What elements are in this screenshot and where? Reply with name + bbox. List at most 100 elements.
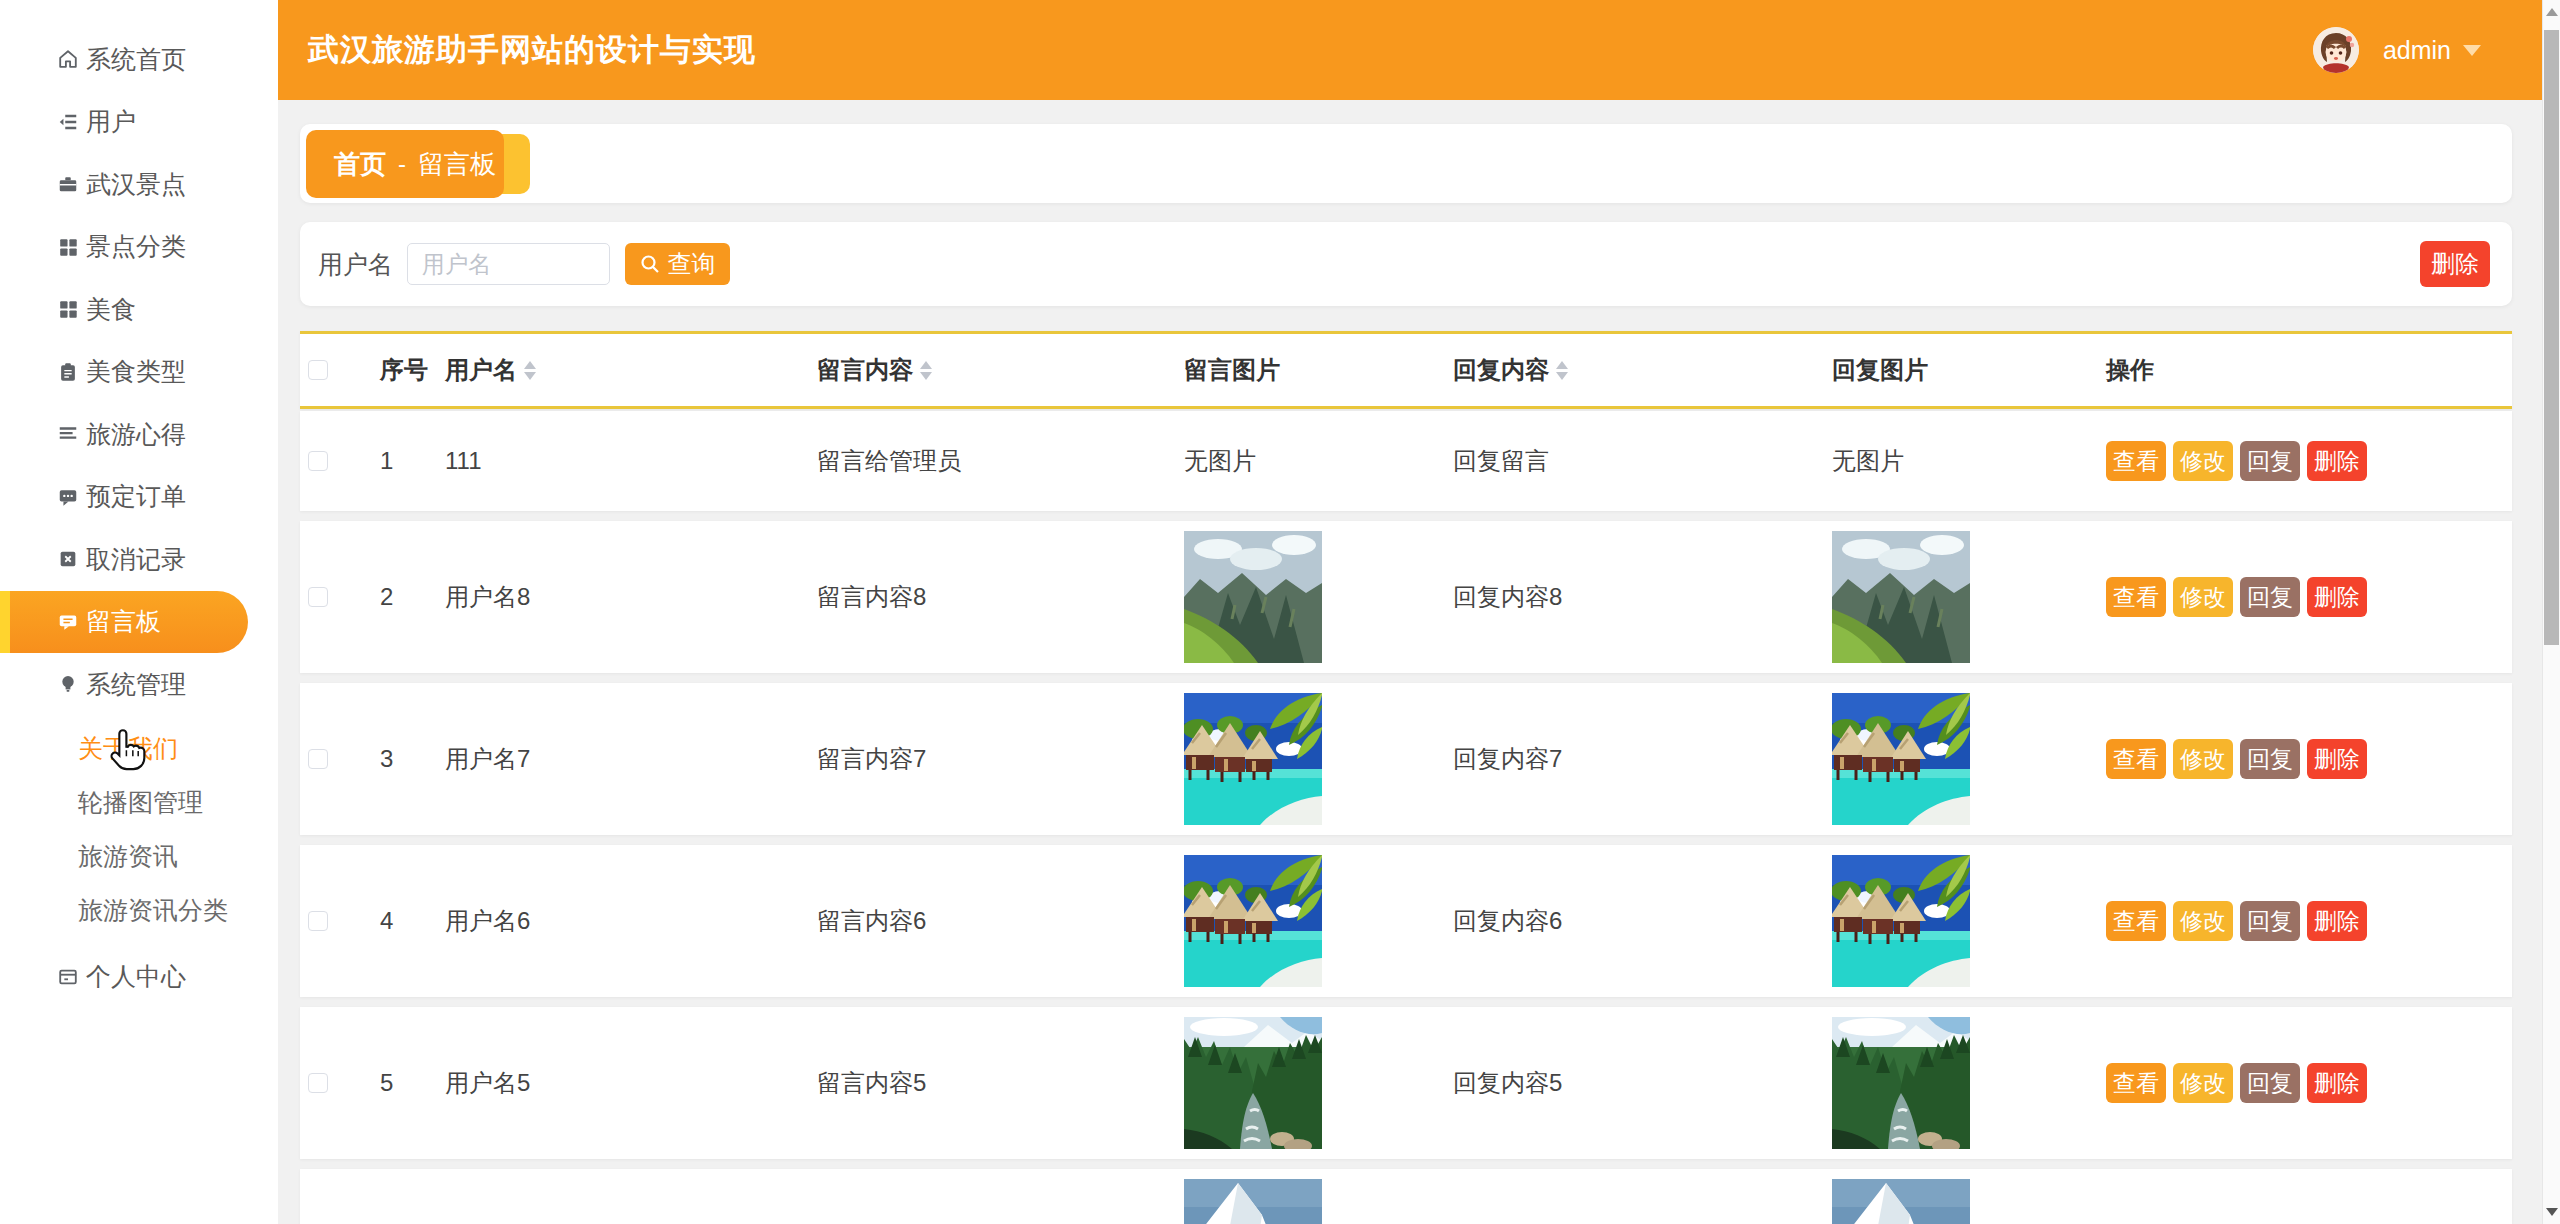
- page-scrollbar[interactable]: [2542, 0, 2560, 1224]
- sidebar-subitem-about-us[interactable]: 关于我们: [0, 722, 278, 776]
- search-button[interactable]: 查询: [625, 243, 730, 285]
- breadcrumb-card: 首页 - 留言板: [300, 124, 2512, 203]
- briefcase-icon: [56, 172, 80, 196]
- row-checkbox[interactable]: [308, 451, 328, 471]
- sort-control[interactable]: [524, 361, 536, 380]
- delete-button[interactable]: 删除: [2307, 1063, 2367, 1103]
- sidebar-item-food-type[interactable]: 美食类型: [0, 341, 278, 404]
- row-checkbox[interactable]: [308, 911, 328, 931]
- sidebar-item-home[interactable]: 系统首页: [0, 28, 278, 91]
- list-arrow-icon: [56, 110, 80, 134]
- reply-button[interactable]: 回复: [2240, 1063, 2300, 1103]
- chat-icon: [56, 485, 80, 509]
- sidebar-item-users[interactable]: 用户: [0, 91, 278, 154]
- username-label: admin: [2383, 36, 2451, 65]
- sidebar-subitem-travel-news[interactable]: 旅游资讯: [0, 830, 278, 884]
- table-row: 3 用户名7 留言内容7 回复内容7: [300, 683, 2512, 835]
- row-checkbox[interactable]: [308, 587, 328, 607]
- cell-username: 用户名6: [445, 905, 817, 937]
- reply-image: [1832, 1017, 1970, 1149]
- username-filter-label: 用户名: [318, 248, 393, 281]
- delete-button[interactable]: 删除: [2307, 441, 2367, 481]
- sidebar-subitem-carousel[interactable]: 轮播图管理: [0, 776, 278, 830]
- sidebar-item-label: 预定订单: [86, 480, 186, 513]
- scrollbar-up-arrow-icon[interactable]: [2546, 8, 2558, 16]
- cell-message: 留言内容8: [817, 581, 1184, 613]
- sidebar-item-cancel-records[interactable]: 取消记录: [0, 528, 278, 591]
- table-row: 1 111 留言给管理员 无图片 回复留言 无图片 查看 修改 回复 删除: [300, 411, 2512, 511]
- breadcrumb: 首页 - 留言板: [306, 130, 530, 198]
- reply-image: [1832, 531, 1970, 663]
- delete-button[interactable]: 删除: [2307, 577, 2367, 617]
- scrollbar-thumb[interactable]: [2544, 30, 2559, 645]
- table-row: 6 查看 修改 回复 删除: [300, 1169, 2512, 1224]
- bulb-icon: [56, 672, 80, 696]
- select-all-checkbox[interactable]: [308, 360, 328, 380]
- sort-control[interactable]: [1556, 361, 1568, 380]
- view-button[interactable]: 查看: [2106, 739, 2166, 779]
- edit-button[interactable]: 修改: [2173, 577, 2233, 617]
- clipboard-icon: [56, 360, 80, 384]
- sidebar-item-food[interactable]: 美食: [0, 278, 278, 341]
- sidebar-item-label: 系统首页: [86, 43, 186, 76]
- cell-reply: 回复内容5: [1453, 1067, 1832, 1099]
- message-table: 序号 用户名 留言内容 留言图片 回复内容 回复图片 操作 1 111 留言给管…: [300, 331, 2512, 1224]
- delete-selected-button[interactable]: 删除: [2420, 241, 2490, 287]
- sort-control[interactable]: [920, 361, 932, 380]
- message-image: [1184, 1179, 1322, 1224]
- cell-index: 1: [372, 447, 445, 475]
- user-menu[interactable]: admin: [2313, 0, 2481, 100]
- column-header-index: 序号: [372, 354, 445, 386]
- reply-button[interactable]: 回复: [2240, 441, 2300, 481]
- cell-reply-image: 无图片: [1832, 445, 2106, 477]
- view-button[interactable]: 查看: [2106, 577, 2166, 617]
- cell-message-image: 无图片: [1184, 445, 1453, 477]
- cell-index: 5: [372, 1069, 445, 1097]
- cell-username: 用户名8: [445, 581, 817, 613]
- reply-image: [1832, 855, 1970, 987]
- sidebar-item-attractions[interactable]: 武汉景点: [0, 153, 278, 216]
- sidebar-item-system-management[interactable]: 系统管理: [0, 653, 278, 716]
- delete-button[interactable]: 删除: [2307, 739, 2367, 779]
- main-content: 首页 - 留言板 用户名 查询 删除 序号 用户名 留言内容 留言图片 回复内容…: [278, 100, 2542, 1224]
- row-checkbox[interactable]: [308, 1073, 328, 1093]
- reply-button[interactable]: 回复: [2240, 739, 2300, 779]
- message-image: [1184, 693, 1322, 825]
- column-header-message-image: 留言图片: [1184, 354, 1453, 386]
- avatar[interactable]: [2313, 27, 2359, 73]
- view-button[interactable]: 查看: [2106, 441, 2166, 481]
- edit-button[interactable]: 修改: [2173, 441, 2233, 481]
- scrollbar-down-arrow-icon[interactable]: [2546, 1208, 2558, 1216]
- view-button[interactable]: 查看: [2106, 1063, 2166, 1103]
- page-title: 武汉旅游助手网站的设计与实现: [308, 0, 756, 100]
- sidebar-subitem-travel-news-category[interactable]: 旅游资讯分类: [0, 884, 278, 938]
- edit-button[interactable]: 修改: [2173, 901, 2233, 941]
- sidebar-item-travel-notes[interactable]: 旅游心得: [0, 403, 278, 466]
- cell-message: 留言内容5: [817, 1067, 1184, 1099]
- cell-reply: 回复内容6: [1453, 905, 1832, 937]
- reply-button[interactable]: 回复: [2240, 577, 2300, 617]
- edit-button[interactable]: 修改: [2173, 739, 2233, 779]
- grid-icon: [56, 235, 80, 259]
- column-header-message: 留言内容: [817, 354, 913, 386]
- sidebar-item-personal-center[interactable]: 个人中心: [0, 946, 278, 1009]
- edit-button[interactable]: 修改: [2173, 1063, 2233, 1103]
- username-filter-input[interactable]: [407, 243, 610, 285]
- breadcrumb-home[interactable]: 首页: [334, 147, 386, 182]
- column-header-ops: 操作: [2106, 354, 2512, 386]
- delete-button[interactable]: 删除: [2307, 901, 2367, 941]
- sidebar-item-message-board[interactable]: 留言板: [0, 591, 248, 654]
- sidebar-item-label: 个人中心: [86, 960, 186, 993]
- cell-index: 4: [372, 907, 445, 935]
- row-checkbox[interactable]: [308, 749, 328, 769]
- breadcrumb-current: 留言板: [418, 147, 496, 182]
- cell-reply: 回复内容7: [1453, 743, 1832, 775]
- sidebar-item-label: 景点分类: [86, 230, 186, 263]
- sidebar-item-label: 取消记录: [86, 543, 186, 576]
- view-button[interactable]: 查看: [2106, 901, 2166, 941]
- filter-bar: 用户名 查询 删除: [300, 222, 2512, 306]
- sidebar-item-orders[interactable]: 预定订单: [0, 466, 278, 529]
- reply-button[interactable]: 回复: [2240, 901, 2300, 941]
- system-management-submenu: 关于我们 轮播图管理 旅游资讯 旅游资讯分类: [0, 722, 278, 938]
- sidebar-item-attraction-category[interactable]: 景点分类: [0, 216, 278, 279]
